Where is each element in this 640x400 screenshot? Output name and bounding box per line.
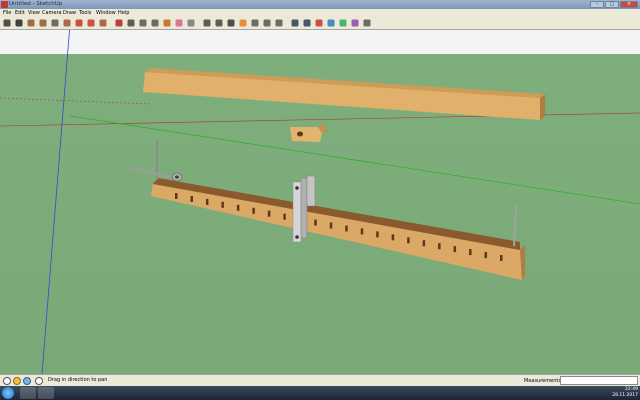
start-button[interactable] <box>2 387 14 399</box>
close-button[interactable]: × <box>620 1 638 8</box>
rail-notch <box>190 195 193 202</box>
paint-bucket-icon[interactable] <box>162 18 172 28</box>
screw-assembly[interactable] <box>129 140 183 182</box>
model-info-icon[interactable] <box>362 18 372 28</box>
look-around-icon[interactable] <box>262 18 272 28</box>
rail-notch <box>453 246 457 253</box>
blue-axis <box>41 30 70 374</box>
offset-icon[interactable] <box>98 18 108 28</box>
scene-canvas[interactable] <box>0 30 640 374</box>
rail-notch <box>376 231 379 238</box>
status-bar: Drag in direction to pan Measurements <box>0 374 640 386</box>
sky <box>0 30 640 54</box>
dimension-icon[interactable] <box>214 18 224 28</box>
rail-notch <box>221 201 224 208</box>
add-location-icon[interactable] <box>338 18 348 28</box>
rail-notch <box>329 222 333 229</box>
taskbar-app-2[interactable] <box>38 387 54 399</box>
windows-taskbar: 22:49 28.11.2017 <box>0 386 640 400</box>
window-title: Untitled - SketchUp <box>9 1 63 7</box>
zoom-icon[interactable] <box>138 18 148 28</box>
wood-rail-main[interactable] <box>151 178 525 280</box>
rectangle-icon[interactable] <box>26 18 36 28</box>
menu-file[interactable]: File <box>3 9 11 17</box>
rail-notch <box>345 225 348 232</box>
rail-notch <box>175 193 178 199</box>
wood-block-small[interactable] <box>290 124 328 142</box>
status-hint: Drag in direction to pan <box>48 377 108 383</box>
rail-notch <box>469 249 472 256</box>
maximize-button[interactable]: □ <box>605 1 619 8</box>
model-viewport[interactable] <box>0 30 640 374</box>
measurements-label: Measurements <box>524 378 561 384</box>
credits-icon[interactable] <box>23 377 31 385</box>
menu-bar: File Edit View Camera Draw Tools Window … <box>0 9 640 17</box>
rail-notch <box>422 240 426 247</box>
taskbar-app-sketchup[interactable] <box>20 387 36 399</box>
menu-camera[interactable]: Camera <box>42 9 62 17</box>
toolbar <box>0 17 640 30</box>
get-models-icon[interactable] <box>290 18 300 28</box>
section-plane-icon[interactable] <box>238 18 248 28</box>
circle-icon[interactable] <box>38 18 48 28</box>
rotate-icon[interactable] <box>86 18 96 28</box>
axes-icon[interactable] <box>226 18 236 28</box>
rail-notch <box>314 219 317 226</box>
window-controls: – □ × <box>590 1 638 8</box>
select-icon[interactable] <box>2 18 12 28</box>
geo-location-icon[interactable] <box>13 377 21 385</box>
line-icon[interactable] <box>14 18 24 28</box>
rail-notch <box>267 210 271 217</box>
tape-measure-icon[interactable] <box>186 18 196 28</box>
walk-icon[interactable] <box>250 18 260 28</box>
menu-draw[interactable]: Draw <box>63 9 76 17</box>
tray-time: 22:49 <box>625 387 638 392</box>
rail-notch <box>484 252 488 259</box>
orbit-icon[interactable] <box>114 18 124 28</box>
rail-notch <box>391 234 395 241</box>
rail-notch <box>236 204 240 211</box>
pan-icon[interactable] <box>126 18 136 28</box>
rail-notch <box>407 237 410 244</box>
rail-notch <box>283 213 286 220</box>
question-icon[interactable] <box>35 377 43 385</box>
wood-board-top[interactable] <box>143 68 545 120</box>
share-model-icon[interactable] <box>302 18 312 28</box>
rail-notch <box>438 243 441 250</box>
eraser-icon[interactable] <box>174 18 184 28</box>
menu-view[interactable]: View <box>28 9 40 17</box>
menu-window[interactable]: Window <box>96 9 116 17</box>
move-icon[interactable] <box>74 18 84 28</box>
rail-notch <box>252 207 255 214</box>
menu-tools[interactable]: Tools <box>79 9 91 17</box>
rail-notch <box>500 255 503 261</box>
rail-notch <box>360 228 364 235</box>
text-icon[interactable] <box>202 18 212 28</box>
push-pull-icon[interactable] <box>62 18 72 28</box>
photo-texture-icon[interactable] <box>350 18 360 28</box>
title-bar: Untitled - SketchUp – □ × <box>0 0 640 9</box>
menu-help[interactable]: Help <box>118 9 129 17</box>
rail-end-pin[interactable] <box>513 205 517 247</box>
info-icon[interactable] <box>3 377 11 385</box>
layout-icon[interactable] <box>326 18 336 28</box>
minimize-button[interactable]: – <box>590 1 604 8</box>
tray-date: 28.11.2017 <box>612 393 638 398</box>
measurements-field[interactable] <box>560 376 638 385</box>
sketchup-app-icon <box>1 1 8 8</box>
arc-icon[interactable] <box>50 18 60 28</box>
menu-edit[interactable]: Edit <box>15 9 25 17</box>
position-camera-icon[interactable] <box>274 18 284 28</box>
rail-notch <box>205 198 209 205</box>
red-axis-dashed <box>0 97 151 105</box>
zoom-extents-icon[interactable] <box>150 18 160 28</box>
extension-warehouse-icon[interactable] <box>314 18 324 28</box>
